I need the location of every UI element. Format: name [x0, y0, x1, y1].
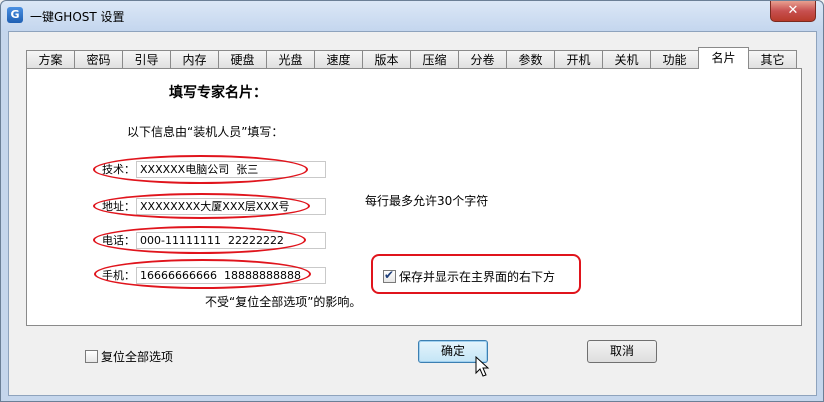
panel-heading: 填写专家名片：	[169, 85, 267, 101]
reset-all-label: 复位全部选项	[101, 350, 174, 364]
dialog-client: 方案 密码 引导 内存 硬盘 光盘 速度 版本 压缩 分卷 参数 开机 关机 功…	[8, 31, 817, 396]
tab-cdrom[interactable]: 光盘	[266, 50, 315, 68]
app-icon: G	[7, 7, 23, 23]
mobile-highlight-oval	[94, 259, 311, 289]
tab-scheme[interactable]: 方案	[26, 50, 75, 68]
tab-memory[interactable]: 内存	[170, 50, 219, 68]
tab-compress[interactable]: 压缩	[410, 50, 459, 68]
intro-text: 以下信息由“装机人员”填写：	[127, 125, 284, 139]
tab-other[interactable]: 其它	[748, 50, 797, 68]
tab-version[interactable]: 版本	[362, 50, 411, 68]
tech-highlight-oval	[93, 155, 308, 184]
char-limit-note: 每行最多允许30个字符	[365, 194, 489, 208]
tab-password[interactable]: 密码	[74, 50, 123, 68]
title-bar[interactable]: G 一键GHOST 设置 ✕	[1, 1, 823, 31]
save-display-label: 保存并显示在主界面的右下方	[399, 270, 556, 284]
tab-split[interactable]: 分卷	[458, 50, 507, 68]
tab-shutdown[interactable]: 关机	[602, 50, 651, 68]
tab-features[interactable]: 功能	[650, 50, 699, 68]
tab-disk[interactable]: 硬盘	[218, 50, 267, 68]
tab-startup[interactable]: 开机	[554, 50, 603, 68]
tab-boot[interactable]: 引导	[122, 50, 171, 68]
save-display-checkbox[interactable]	[383, 268, 396, 283]
reset-exempt-note: 不受“复位全部选项”的影响。	[205, 295, 362, 309]
close-button[interactable]: ✕	[770, 1, 816, 22]
cancel-button[interactable]: 取消	[587, 340, 657, 363]
mouse-pointer-icon	[475, 356, 490, 377]
tab-params[interactable]: 参数	[506, 50, 555, 68]
phone-highlight-oval	[93, 226, 306, 254]
tab-business-card[interactable]: 名片	[698, 47, 749, 69]
settings-window: G 一键GHOST 设置 ✕ 方案 密码 引导 内存 硬盘 光盘 速度 版本 压…	[0, 0, 824, 402]
reset-all-checkbox[interactable]	[85, 350, 98, 363]
window-title: 一键GHOST 设置	[30, 10, 125, 24]
tab-speed[interactable]: 速度	[314, 50, 363, 68]
address-highlight-oval	[93, 193, 310, 219]
